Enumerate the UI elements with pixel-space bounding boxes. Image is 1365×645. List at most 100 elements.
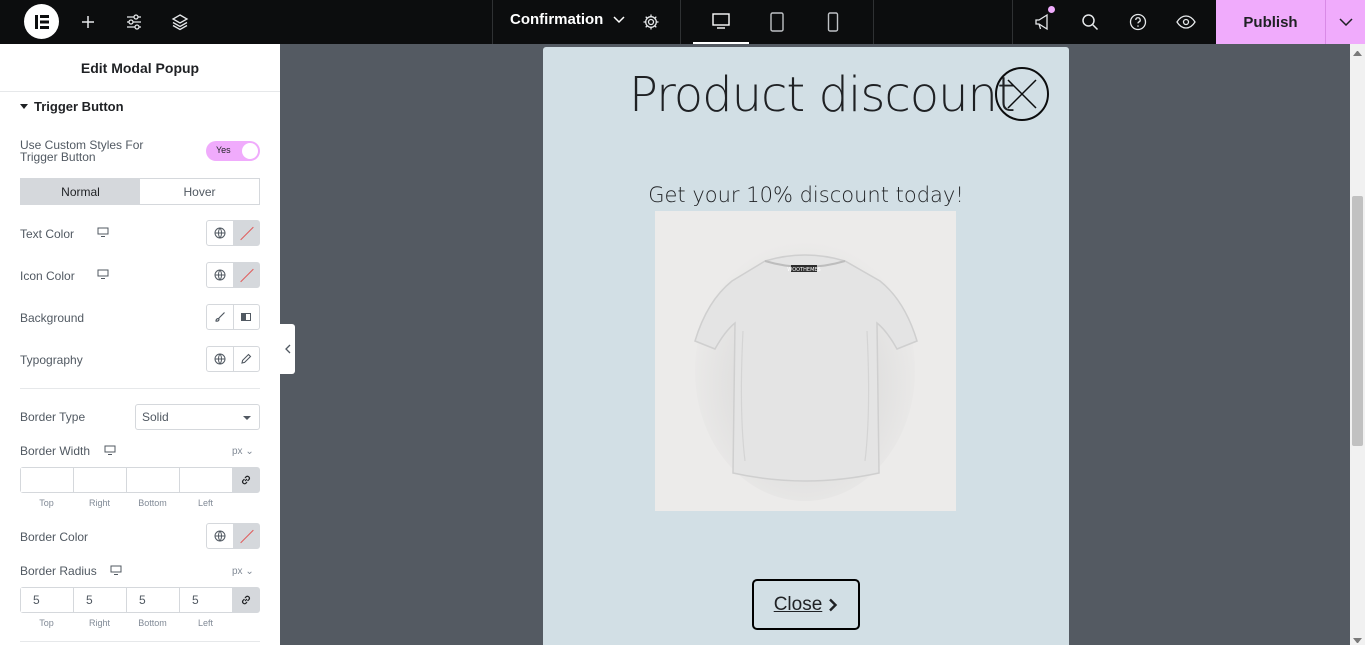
caret-down-icon xyxy=(20,103,28,109)
border-width-left-input[interactable] xyxy=(180,468,233,492)
notifications-button[interactable] xyxy=(1031,10,1055,34)
scrollbar-thumb[interactable] xyxy=(1352,196,1363,446)
sliders-icon xyxy=(127,14,141,30)
border-radius-right-input[interactable] xyxy=(74,588,127,612)
border-width-unit-select[interactable]: px ⌄ xyxy=(232,446,254,457)
border-radius-bottom-input[interactable] xyxy=(127,588,180,612)
plus-icon xyxy=(82,16,94,28)
dim-label-right: Right xyxy=(88,498,110,508)
preview-button[interactable] xyxy=(1174,10,1198,34)
tab-normal[interactable]: Normal xyxy=(21,179,140,204)
search-icon xyxy=(1082,14,1099,31)
dim-label-bottom: Bottom xyxy=(138,618,167,628)
help-button[interactable] xyxy=(1126,10,1150,34)
toggle-label: Yes xyxy=(216,145,231,155)
dim-label-right: Right xyxy=(88,618,110,628)
globe-icon xyxy=(214,269,226,281)
global-colors-button[interactable] xyxy=(207,221,233,245)
globe-icon xyxy=(214,530,226,542)
elementor-icon xyxy=(34,14,49,29)
global-fonts-button[interactable] xyxy=(207,347,233,371)
border-width-top-input[interactable] xyxy=(21,468,74,492)
section-label: Trigger Button xyxy=(34,99,124,114)
add-element-button[interactable] xyxy=(76,10,100,34)
search-button[interactable] xyxy=(1078,10,1102,34)
mobile-view-button[interactable] xyxy=(805,0,861,44)
border-color-label: Border Color xyxy=(20,530,89,544)
collapse-panel-button[interactable] xyxy=(280,324,295,374)
elementor-logo-button[interactable] xyxy=(24,4,59,39)
link-icon xyxy=(242,475,250,485)
desktop-icon xyxy=(110,565,122,575)
link-values-button[interactable] xyxy=(233,468,259,492)
desktop-icon xyxy=(104,445,116,455)
scroll-down-arrow[interactable] xyxy=(1353,638,1362,643)
tablet-icon xyxy=(770,12,784,32)
background-label: Background xyxy=(20,311,85,325)
link-icon xyxy=(242,595,250,605)
dim-label-left: Left xyxy=(197,618,213,628)
dim-label-left: Left xyxy=(197,498,213,508)
gear-icon xyxy=(643,14,659,30)
dim-label-bottom: Bottom xyxy=(138,498,167,508)
scroll-up-arrow[interactable] xyxy=(1353,51,1362,56)
chevron-down-icon xyxy=(1338,18,1353,26)
globe-icon xyxy=(214,353,226,365)
custom-styles-toggle[interactable]: Yes xyxy=(206,141,260,161)
structure-button[interactable] xyxy=(168,10,192,34)
popup-trigger-button[interactable]: Close xyxy=(752,579,860,630)
border-width-inputs xyxy=(20,467,260,493)
custom-styles-label: Use Custom Styles For Trigger Button xyxy=(20,138,144,164)
desktop-icon xyxy=(97,227,109,237)
publish-button[interactable]: Publish xyxy=(1216,0,1325,44)
link-values-button[interactable] xyxy=(233,588,259,612)
border-color-swatch[interactable] xyxy=(232,524,259,548)
tablet-view-button[interactable] xyxy=(749,0,805,44)
border-radius-top-input[interactable] xyxy=(21,588,74,612)
popup-subtitle: Get your 10% discount today! xyxy=(648,183,964,207)
border-width-right-input[interactable] xyxy=(74,468,127,492)
tab-hover[interactable]: Hover xyxy=(140,179,259,204)
border-width-dim-labels: Top Right Bottom Left xyxy=(20,498,234,508)
help-icon xyxy=(1129,13,1147,31)
divider xyxy=(680,0,681,44)
gradient-background-button[interactable] xyxy=(232,305,260,329)
unit-label: px xyxy=(232,566,243,577)
desktop-view-button[interactable] xyxy=(693,0,749,44)
global-colors-button[interactable] xyxy=(207,524,233,548)
dim-label-top: Top xyxy=(39,618,54,628)
border-radius-inputs xyxy=(20,587,260,613)
eye-icon xyxy=(1176,15,1196,29)
edit-typography-button[interactable] xyxy=(232,347,260,371)
section-trigger-button[interactable]: Trigger Button xyxy=(20,99,124,114)
brush-icon xyxy=(215,312,225,322)
product-image: WOOTHEMES xyxy=(655,211,956,511)
site-settings-button[interactable] xyxy=(122,10,146,34)
state-tabs: Normal Hover xyxy=(20,178,260,205)
text-color-control xyxy=(206,220,260,246)
tshirt-image: WOOTHEMES xyxy=(694,241,918,501)
document-title-dropdown[interactable]: Confirmation xyxy=(510,11,625,28)
border-width-bottom-input[interactable] xyxy=(127,468,180,492)
popup-close-button[interactable] xyxy=(995,67,1049,121)
megaphone-icon xyxy=(1035,13,1048,31)
classic-background-button[interactable] xyxy=(207,305,233,329)
border-type-select[interactable]: Solid xyxy=(135,404,260,430)
popup-title: Product discount xyxy=(629,67,1016,123)
icon-color-swatch[interactable] xyxy=(232,263,259,287)
globe-icon xyxy=(214,227,226,239)
chevron-left-icon xyxy=(284,344,290,354)
border-radius-label: Border Radius xyxy=(20,564,97,578)
divider xyxy=(20,641,260,642)
icon-color-control xyxy=(206,262,260,288)
border-radius-left-input[interactable] xyxy=(180,588,233,612)
border-radius-unit-select[interactable]: px ⌄ xyxy=(232,566,254,577)
background-type-control xyxy=(206,304,260,330)
pencil-icon xyxy=(241,353,252,364)
publish-options-button[interactable] xyxy=(1325,0,1365,44)
popup-button-label: Close xyxy=(773,593,823,615)
typography-control xyxy=(206,346,260,372)
text-color-swatch[interactable] xyxy=(232,221,259,245)
global-colors-button[interactable] xyxy=(207,263,233,287)
page-settings-button[interactable] xyxy=(639,10,663,34)
